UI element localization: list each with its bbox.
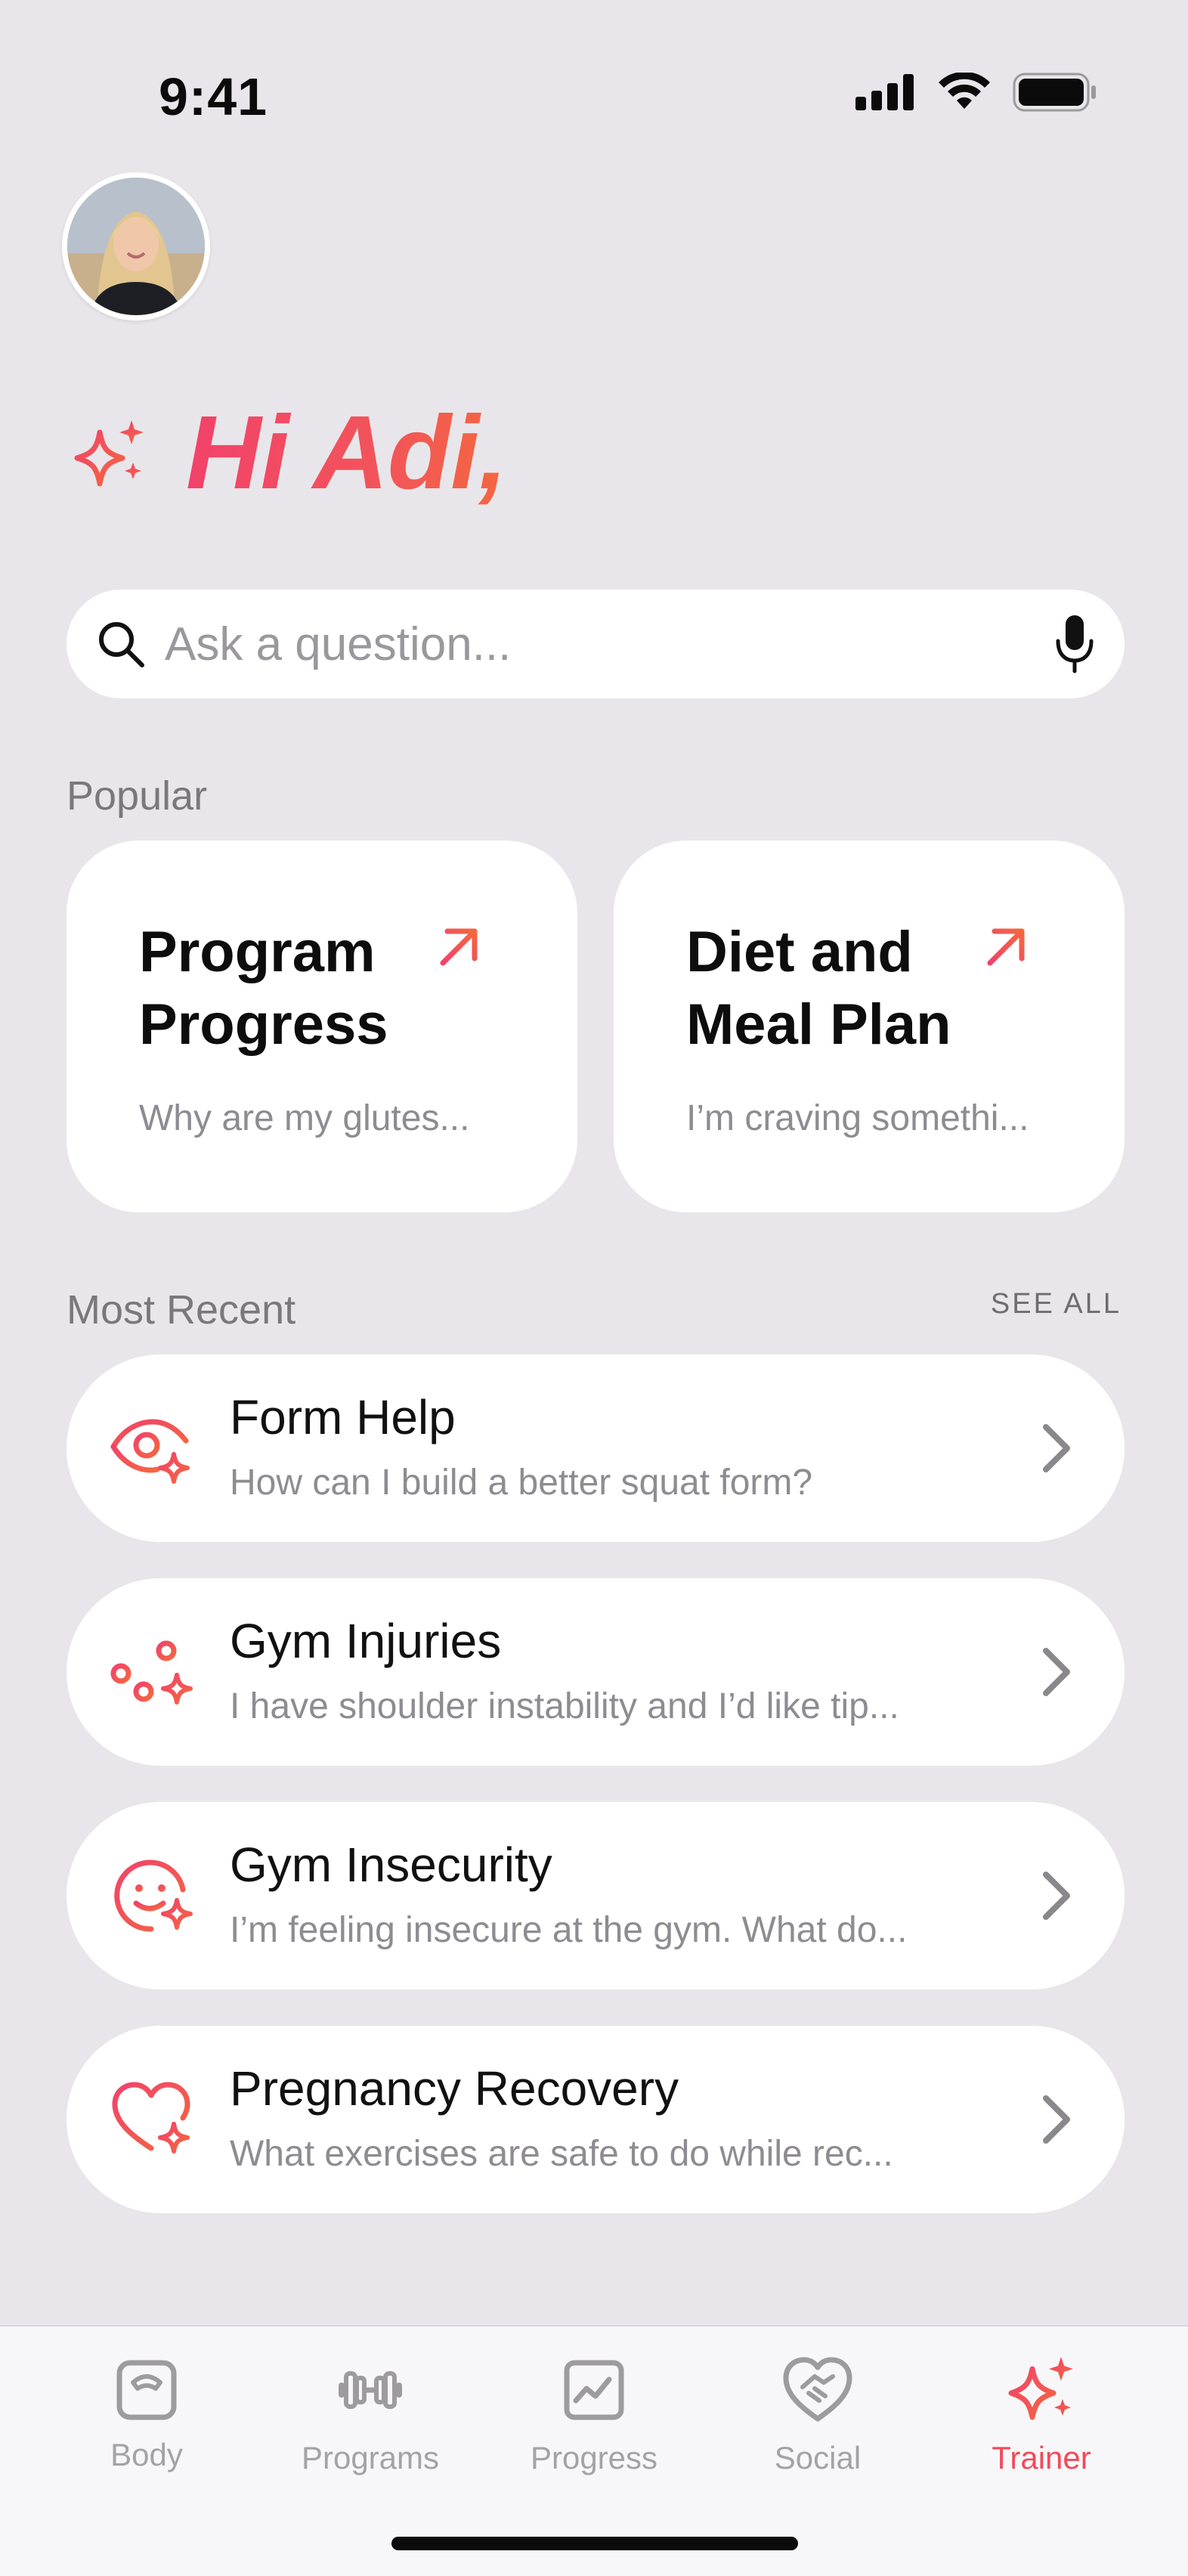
recent-item-subtitle: I have shoulder instability and I’d like… <box>230 1686 899 1726</box>
recent-item-title: Gym Injuries <box>230 1614 502 1668</box>
popular-card-diet-meal-plan[interactable]: Diet and Meal Plan I’m craving somethi..… <box>614 841 1125 1212</box>
tab-label: Trainer <box>992 2440 1091 2475</box>
eye-sparkle-icon <box>110 1419 190 1484</box>
recent-item-subtitle: What exercises are safe to do while rec.… <box>230 2134 893 2174</box>
chevron-right-icon <box>1043 1648 1070 1696</box>
recent-item-pregnancy-recovery[interactable]: Pregnancy Recovery What exercises are sa… <box>67 2026 1125 2213</box>
battery-icon <box>1013 73 1096 112</box>
arrow-up-right-icon <box>987 928 1025 966</box>
tab-label: Social <box>774 2440 862 2475</box>
tab-label: Progress <box>530 2440 658 2475</box>
sparkles-icon <box>74 420 144 486</box>
microphone-icon[interactable] <box>1052 612 1097 676</box>
home-indicator[interactable] <box>391 2537 798 2550</box>
status-time: 9:41 <box>159 67 268 126</box>
tab-progress[interactable]: Progress <box>482 2327 706 2508</box>
tab-label: Programs <box>301 2440 440 2475</box>
status-icons <box>855 73 1097 112</box>
wifi-icon <box>939 73 990 109</box>
recent-item-title: Pregnancy Recovery <box>230 2061 679 2116</box>
see-all-link[interactable]: SEE ALL <box>991 1288 1121 1321</box>
popular-card-subtitle: Why are my glutes... <box>139 1098 470 1138</box>
tab-trainer[interactable]: Trainer <box>930 2327 1153 2508</box>
recent-item-subtitle: How can I build a better squat form? <box>230 1463 813 1503</box>
tab-social[interactable]: Social <box>706 2327 930 2508</box>
popular-card-title: Diet and Meal Plan <box>686 920 951 1057</box>
recent-item-form-help[interactable]: Form Help How can I build a better squat… <box>67 1355 1125 1542</box>
popular-card-program-progress[interactable]: Program Progress Why are my glutes... <box>67 841 577 1212</box>
dumbbell-icon <box>339 2371 402 2409</box>
sparkles-icon <box>1008 2357 1073 2420</box>
popular-card-title: Program Progress <box>139 920 388 1057</box>
cellular-signal-icon <box>855 74 914 110</box>
recent-item-title: Gym Insecurity <box>230 1838 552 1892</box>
tab-programs[interactable]: Programs <box>258 2327 482 2508</box>
status-bar: 9:41 <box>0 0 1188 174</box>
greeting-text: Hi Adi, <box>186 393 508 513</box>
chevron-right-icon <box>1043 2095 1070 2144</box>
sliders-sparkle-icon <box>110 1634 193 1710</box>
arrow-up-right-icon <box>440 928 478 966</box>
avatar[interactable] <box>62 172 210 320</box>
chevron-right-icon <box>1043 1424 1070 1472</box>
heart-sparkle-icon <box>112 2082 190 2153</box>
popular-card-subtitle: I’m craving somethi... <box>686 1098 1029 1138</box>
chart-icon <box>564 2360 624 2420</box>
search-bar[interactable] <box>67 590 1125 698</box>
profile-photo <box>67 178 205 315</box>
tab-label: Body <box>110 2437 183 2472</box>
recent-item-title: Form Help <box>230 1390 456 1444</box>
greeting: Hi Adi, <box>70 393 508 513</box>
recent-item-subtitle: I’m feeling insecure at the gym. What do… <box>230 1910 908 1950</box>
handshake-heart-icon <box>783 2357 852 2422</box>
smile-sparkle-icon <box>114 1859 193 1932</box>
scale-icon <box>116 2360 177 2420</box>
chevron-right-icon <box>1043 1872 1070 1920</box>
tab-body[interactable]: Body <box>35 2327 258 2508</box>
search-input[interactable] <box>165 612 996 676</box>
popular-label: Popular <box>67 773 208 819</box>
most-recent-label: Most Recent <box>67 1287 296 1333</box>
recent-item-gym-insecurity[interactable]: Gym Insecurity I’m feeling insecure at t… <box>67 1802 1125 1989</box>
search-icon <box>99 622 144 667</box>
recent-item-gym-injuries[interactable]: Gym Injuries I have shoulder instability… <box>67 1578 1125 1766</box>
